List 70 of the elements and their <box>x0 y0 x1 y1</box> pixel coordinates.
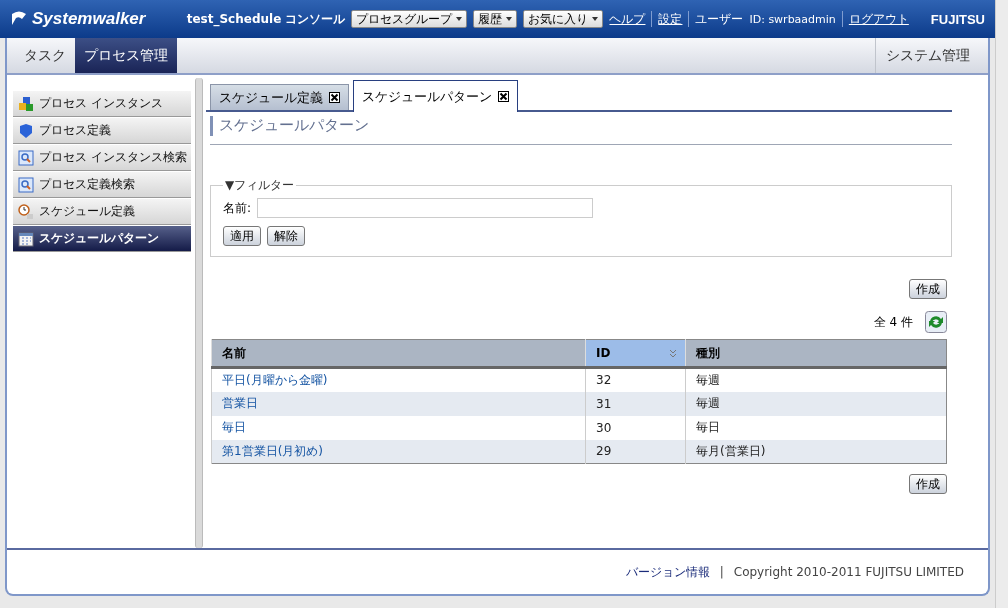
table-cell: 31 <box>585 391 686 416</box>
caret-icon <box>592 17 599 21</box>
filter-legend[interactable]: ▼フィルター <box>223 177 297 194</box>
table-cell: 毎月(営業日) <box>685 439 947 464</box>
caret-icon <box>506 17 513 21</box>
filter-button[interactable]: 解除 <box>267 226 305 246</box>
filter-button[interactable]: 適用 <box>223 226 261 246</box>
sidebar-item[interactable]: プロセス定義検索 <box>13 172 191 198</box>
sidebar-item[interactable]: プロセス定義 <box>13 118 191 144</box>
pattern-link[interactable]: 営業日 <box>222 396 258 410</box>
clock-icon <box>18 203 34 220</box>
search-window-icon <box>18 149 34 166</box>
table-cell: 32 <box>585 367 686 392</box>
splitter-handle[interactable] <box>195 78 203 548</box>
user-label: ユーザー <box>695 10 744 28</box>
user-id: ID: swrbaadmin <box>749 12 836 26</box>
sidebar-item[interactable]: プロセス インスタンス <box>13 91 191 117</box>
header-link[interactable]: 設定 <box>658 10 683 28</box>
sidebar-item[interactable]: スケジュールパターン <box>13 226 191 252</box>
column-header[interactable]: 名前 <box>211 339 586 368</box>
calendar-icon <box>18 230 34 247</box>
footer-separator: | <box>719 565 724 579</box>
table-cell: 毎週 <box>685 367 947 392</box>
name-cell[interactable]: 第1営業日(月初め) <box>211 439 586 464</box>
refresh-icon[interactable] <box>925 311 947 333</box>
table-cell: 29 <box>585 439 686 464</box>
tab-label: スケジュールパターン <box>362 87 492 106</box>
name-cell[interactable]: 平日(月曜から金曜) <box>211 367 586 392</box>
nav-tab[interactable]: タスク <box>15 38 75 73</box>
nav-tab[interactable]: システム管理 <box>875 38 988 73</box>
version-link[interactable]: バージョン情報 <box>625 563 710 581</box>
sort-icon <box>669 349 677 359</box>
copyright-text: Copyright 2010-2011 FUJITSU LIMITED <box>733 565 964 579</box>
close-icon[interactable] <box>329 92 340 103</box>
sidebar-item[interactable]: プロセス インスタンス検索 <box>13 145 191 171</box>
pattern-link[interactable]: 第1営業日(月初め) <box>222 443 323 458</box>
pattern-link[interactable]: 毎日 <box>222 420 246 434</box>
cubes-icon <box>18 95 34 112</box>
tab-label: スケジュール定義 <box>219 88 323 107</box>
name-cell[interactable]: 毎日 <box>211 415 586 440</box>
menu-dropdown[interactable]: プロセスグループ <box>351 10 468 28</box>
close-icon[interactable] <box>498 91 509 102</box>
shield-icon <box>18 122 34 139</box>
sidebar-item[interactable]: スケジュール定義 <box>13 199 191 225</box>
create-button[interactable]: 作成 <box>909 279 947 299</box>
caret-icon <box>456 17 463 21</box>
logout-link[interactable]: ログアウト <box>848 10 909 28</box>
header-link[interactable]: ヘルプ <box>609 10 646 28</box>
search-window-icon <box>18 176 34 193</box>
menu-dropdown[interactable]: お気に入り <box>523 10 604 28</box>
brand-logo: FUJITSU <box>930 11 985 27</box>
create-button[interactable]: 作成 <box>909 474 947 494</box>
table-cell: 30 <box>585 415 686 440</box>
page-title: スケジュールパターン <box>210 116 952 136</box>
column-header[interactable]: ID <box>585 339 686 368</box>
table-cell: 毎日 <box>685 415 947 440</box>
content-tab[interactable]: スケジュール定義 <box>210 84 349 110</box>
nav-tab[interactable]: プロセス管理 <box>75 38 177 73</box>
pattern-link[interactable]: 平日(月曜から金曜) <box>222 372 328 387</box>
record-count: 全 4 件 <box>873 313 913 331</box>
menu-dropdown[interactable]: 履歴 <box>473 10 518 28</box>
field-label: 名前: <box>223 199 252 217</box>
column-header[interactable]: 種別 <box>685 339 947 368</box>
table-cell: 毎週 <box>685 391 947 416</box>
content-tab[interactable]: スケジュールパターン <box>353 80 518 112</box>
name-cell[interactable]: 営業日 <box>211 391 586 416</box>
logo-text: Systemwalker <box>32 9 146 29</box>
console-title: test_Schedule コンソール <box>186 10 346 28</box>
logo-icon <box>10 11 28 27</box>
name-input[interactable] <box>257 198 594 218</box>
